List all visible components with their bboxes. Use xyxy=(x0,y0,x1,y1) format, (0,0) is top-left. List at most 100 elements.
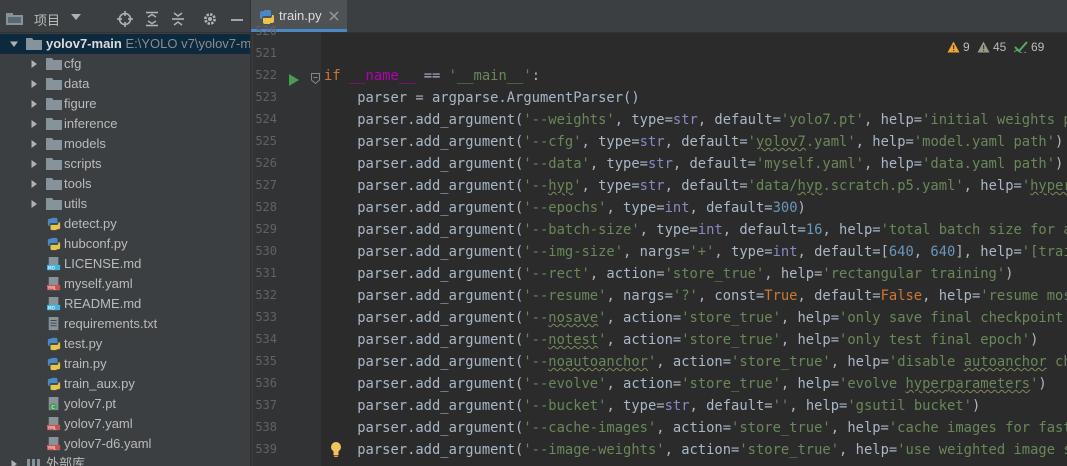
tree-file-item[interactable]: train_aux.py xyxy=(0,374,250,394)
tree-file-item[interactable]: MD README.md xyxy=(0,294,250,314)
code-editor[interactable]: if __name__ == '__main__': parser = argp… xyxy=(321,33,1067,466)
line-number: 536 xyxy=(255,376,277,390)
tree-folder-cfg[interactable]: cfg xyxy=(0,54,250,74)
line-number: 522 xyxy=(255,68,277,82)
file-name: yolov7.pt xyxy=(64,396,117,411)
tree-folder-figure[interactable]: figure xyxy=(0,94,250,114)
minimize-icon[interactable] xyxy=(229,11,245,27)
chevron-right-icon[interactable] xyxy=(10,460,18,466)
python-file-icon xyxy=(47,357,61,371)
code-line[interactable]: parser.add_argument('--noautoanchor', ac… xyxy=(324,351,1067,373)
line-number: 529 xyxy=(255,222,277,236)
file-name: train.py xyxy=(64,356,107,371)
tree-folder-tools[interactable]: tools xyxy=(0,174,250,194)
code-line[interactable]: parser.add_argument('--img-size', nargs=… xyxy=(324,241,1067,263)
code-line[interactable]: parser.add_argument('--cfg', type=str, d… xyxy=(324,131,1063,153)
code-line[interactable]: parser.add_argument('--batch-size', type… xyxy=(324,219,1067,241)
code-line[interactable]: parser.add_argument('--hyp', type=str, d… xyxy=(324,175,1067,197)
svg-text:C: C xyxy=(51,405,55,411)
tree-file-item[interactable]: test.py xyxy=(0,334,250,354)
tree-folder-models[interactable]: models xyxy=(0,134,250,154)
code-line[interactable]: if __name__ == '__main__': xyxy=(324,65,540,87)
tree-file-item[interactable]: YML yolov7-d6.yaml xyxy=(0,434,250,454)
tree-folder-utils[interactable]: utils xyxy=(0,194,250,214)
markdown-file-icon: MD xyxy=(47,297,61,311)
svg-text:YML: YML xyxy=(46,425,56,431)
line-number: 538 xyxy=(255,420,277,434)
folder-icon xyxy=(46,198,62,210)
tree-file-item[interactable]: MD LICENSE.md xyxy=(0,254,250,274)
library-icon xyxy=(27,459,40,466)
chevron-right-icon[interactable] xyxy=(30,140,38,148)
project-folder-icon xyxy=(6,13,23,25)
gear-icon[interactable] xyxy=(202,11,218,27)
code-line[interactable]: parser.add_argument('--weights', type=st… xyxy=(324,109,1067,131)
expand-all-icon[interactable] xyxy=(144,11,160,27)
tree-file-item[interactable]: YML myself.yaml xyxy=(0,274,250,294)
chevron-right-icon[interactable] xyxy=(30,160,38,168)
project-panel-header: 项目 xyxy=(0,0,250,33)
tree-folder-scripts[interactable]: scripts xyxy=(0,154,250,174)
folder-icon xyxy=(46,178,62,190)
chevron-right-icon[interactable] xyxy=(30,120,38,128)
line-number: 534 xyxy=(255,332,277,346)
folder-name: figure xyxy=(64,96,97,111)
python-file-icon xyxy=(47,337,61,351)
code-line[interactable]: parser.add_argument('--notest', action='… xyxy=(324,329,1038,351)
line-number: 531 xyxy=(255,266,277,280)
code-line[interactable]: parser.add_argument('--cache-images', ac… xyxy=(324,417,1067,439)
chevron-right-icon[interactable] xyxy=(30,60,38,68)
svg-text:MD: MD xyxy=(48,305,56,311)
tree-file-item[interactable]: YML yolov7.yaml xyxy=(0,414,250,434)
code-line[interactable]: parser.add_argument('--rect', action='st… xyxy=(324,263,1013,285)
tree-file-item[interactable]: hubconf.py xyxy=(0,234,250,254)
code-line[interactable]: parser.add_argument('--resume', nargs='?… xyxy=(324,285,1067,307)
tree-file-item[interactable]: Cyolov7.pt xyxy=(0,394,250,414)
tree-file-item[interactable]: requirements.txt xyxy=(0,314,250,334)
fold-marker-icon[interactable] xyxy=(311,73,320,84)
folder-name: models xyxy=(64,136,106,151)
code-line[interactable]: parser.add_argument('--epochs', type=int… xyxy=(324,197,806,219)
run-icon[interactable] xyxy=(288,74,300,86)
close-icon[interactable] xyxy=(329,11,339,21)
chevron-right-icon[interactable] xyxy=(30,100,38,108)
folder-icon xyxy=(46,58,62,70)
yaml-file-icon: YML xyxy=(46,277,61,291)
python-file-icon xyxy=(47,237,61,251)
chevron-right-icon[interactable] xyxy=(30,180,38,188)
locate-target-icon[interactable] xyxy=(117,11,133,27)
code-line[interactable]: parser.add_argument('--bucket', type=str… xyxy=(324,395,980,417)
tree-file-item[interactable]: train.py xyxy=(0,354,250,374)
python-file-icon xyxy=(260,10,274,24)
python-file-icon xyxy=(47,217,61,231)
folder-icon xyxy=(26,38,42,50)
tree-external-libraries[interactable]: 外部库 xyxy=(0,454,250,466)
folder-name: cfg xyxy=(64,56,82,71)
folder-icon xyxy=(46,158,62,170)
line-number: 530 xyxy=(255,244,277,258)
code-line[interactable]: parser = argparse.ArgumentParser() xyxy=(324,87,639,109)
folder-name: inference xyxy=(64,116,118,131)
editor-tab-bar: train.py xyxy=(251,0,1067,33)
project-panel-title[interactable]: 项目 xyxy=(34,10,60,29)
code-line[interactable]: parser.add_argument('--data', type=str, … xyxy=(324,153,1063,175)
chevron-down-icon[interactable] xyxy=(10,40,18,48)
tree-folder-data[interactable]: data xyxy=(0,74,250,94)
code-line[interactable]: parser.add_argument('--image-weights', a… xyxy=(324,439,1067,461)
file-name: detect.py xyxy=(64,216,117,231)
chevron-down-icon[interactable] xyxy=(70,12,82,22)
tree-folder-inference[interactable]: inference xyxy=(0,114,250,134)
collapse-all-icon[interactable] xyxy=(170,11,186,27)
code-line[interactable]: parser.add_argument('--evolve', action='… xyxy=(324,373,1047,395)
file-name: LICENSE.md xyxy=(64,256,142,271)
tree-file-item[interactable]: detect.py xyxy=(0,214,250,234)
code-line[interactable]: parser.add_argument('--nosave', action='… xyxy=(324,307,1067,329)
line-number: 535 xyxy=(255,354,277,368)
folder-name: utils xyxy=(64,196,88,211)
tree-root-item[interactable]: yolov7-main E:\YOLO v7\yolov7-m xyxy=(0,34,250,54)
folder-icon xyxy=(46,118,62,130)
chevron-right-icon[interactable] xyxy=(30,200,38,208)
chevron-right-icon[interactable] xyxy=(30,80,38,88)
folder-icon xyxy=(46,138,62,150)
file-name: README.md xyxy=(64,296,142,311)
